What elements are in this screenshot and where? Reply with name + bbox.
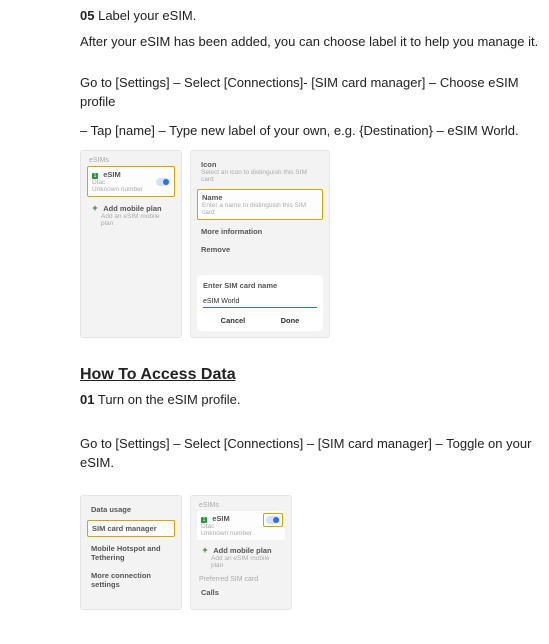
mock1-add-label: Add mobile plan [103, 204, 161, 213]
mock1-name-sub: Enter a name to distinguish this SIM car… [202, 202, 318, 216]
step-01-label: Turn on the eSIM profile. [98, 392, 241, 407]
mock2-sim-card-manager: SIM card manager [87, 520, 175, 537]
screenshot-label-esim: eSIMs 1 eSIM Dtac Unknown number + Add m… [80, 150, 549, 338]
mock1-more-info: More information [197, 224, 323, 239]
mock1-done-button: Done [281, 316, 300, 325]
mock2-more-settings: More connection settings [87, 568, 175, 592]
mock1-remove: Remove [197, 242, 323, 257]
section-how-to-access-data: How To Access Data [80, 366, 549, 384]
paragraph-goto-1: Go to [Settings] – Select [Connections]-… [80, 74, 549, 112]
mock2-left-panel: Data usage SIM card manager Mobile Hotsp… [80, 495, 182, 610]
mock1-esim-row: 1 eSIM Dtac Unknown number [87, 166, 175, 197]
mock1-left-panel: eSIMs 1 eSIM Dtac Unknown number + Add m… [80, 150, 182, 338]
mock1-icon-label: Icon [201, 160, 216, 169]
mock1-dialog-title: Enter SIM card name [203, 281, 317, 290]
mock1-add-plan-row: + Add mobile plan Add an eSIM mobile pla… [87, 201, 175, 230]
mock2-right-header: eSIMs [197, 502, 285, 509]
mock1-dialog-buttons: Cancel Done [203, 316, 317, 325]
mock2-preferred-label: Preferred SIM card [197, 576, 285, 583]
screenshot-turn-on-esim: Data usage SIM card manager Mobile Hotsp… [80, 495, 549, 610]
plus-icon-2: + [201, 546, 209, 554]
mock1-esim-sub2: Unknown number [92, 186, 170, 193]
paragraph-tap: – Tap [name] – Type new label of your ow… [80, 122, 549, 141]
mock1-dialog: Enter SIM card name eSIM World Cancel Do… [197, 275, 323, 331]
mock2-esim-row: 1 eSIM Dtac Unknown number [197, 511, 285, 540]
mock1-esim-toggle [156, 178, 170, 186]
mock1-dialog-input: eSIM World [203, 296, 317, 308]
mock2-add-plan-row: + Add mobile plan Add an eSIM mobile pla… [197, 543, 285, 572]
mock2-right-panel: eSIMs 1 eSIM Dtac Unknown number + Add m… [190, 495, 292, 610]
mock2-esim-toggle [266, 516, 280, 524]
paragraph-goto-2: Go to [Settings] – Select [Connections] … [80, 435, 549, 473]
step-01-number: 01 [80, 392, 94, 407]
paragraph-after-added: After your eSIM has been added, you can … [80, 33, 549, 52]
mock2-hotspot: Mobile Hotspot and Tethering [87, 541, 175, 565]
mock1-name-row: Name Enter a name to distinguish this SI… [197, 189, 323, 220]
mock2-calls: Calls [197, 585, 285, 600]
step-05-label: Label your eSIM. [98, 8, 196, 23]
plus-icon: + [91, 204, 99, 212]
mock1-right-panel: Icon Select an icon to distinguish this … [190, 150, 330, 338]
step-05-title: 05 Label your eSIM. [80, 8, 549, 23]
mock1-cancel-button: Cancel [221, 316, 246, 325]
step-05-number: 05 [80, 8, 94, 23]
mock2-esim-sub2: Unknown number [201, 530, 281, 537]
mock2-add-label: Add mobile plan [213, 546, 271, 555]
step-01-title: 01 Turn on the eSIM profile. [80, 392, 549, 407]
mock2-esim-label: eSIM [212, 514, 230, 523]
mock1-left-header: eSIMs [87, 157, 175, 164]
mock1-icon-sub: Select an icon to distinguish this SIM c… [201, 169, 319, 183]
mock2-data-usage: Data usage [87, 502, 175, 517]
mock2-add-sub: Add an eSIM mobile plan [211, 555, 281, 569]
mock1-add-sub: Add an eSIM mobile plan [101, 213, 171, 227]
mock1-esim-label: eSIM [103, 170, 121, 179]
mock1-icon-row: Icon Select an icon to distinguish this … [197, 157, 323, 186]
mock2-toggle-highlight [263, 513, 283, 527]
mock1-name-label: Name [202, 193, 222, 202]
